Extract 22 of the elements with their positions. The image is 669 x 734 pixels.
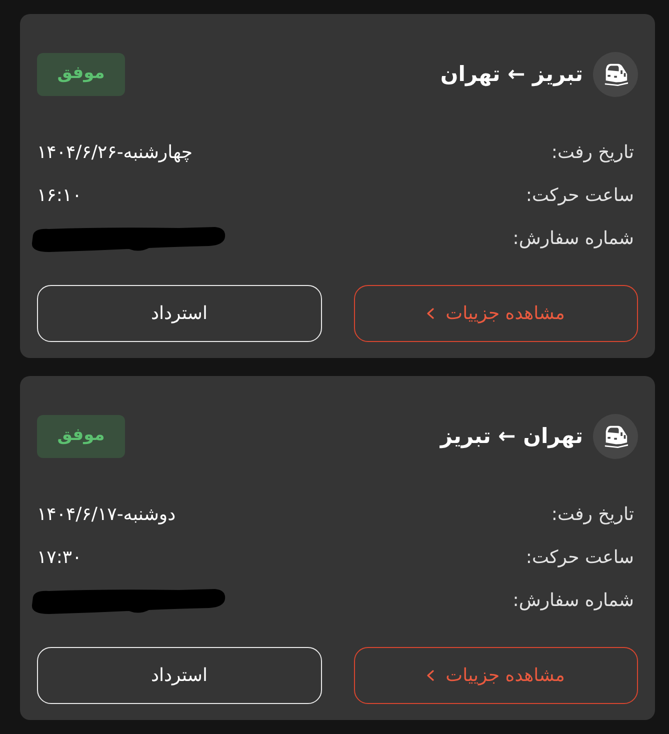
- details-button[interactable]: مشاهده جزییات: [354, 285, 638, 342]
- chevron-icon: [426, 308, 434, 319]
- status-badge: موفق: [37, 414, 125, 458]
- field-value: دوشنبه-۱۴۰۴/۶/۱۷: [37, 506, 176, 524]
- field-value: چهارشنبه-۱۴۰۴/۶/۲۶: [37, 144, 193, 162]
- field-label: ساعت حرکت:: [526, 549, 635, 567]
- field-value: ۱۷:۳۰: [37, 549, 82, 567]
- field-label: تاریخ رفت:: [551, 144, 635, 162]
- train-icon: [593, 414, 638, 458]
- details-button[interactable]: مشاهده جزییات: [354, 647, 638, 704]
- field-value: ۱۶:۱۰: [37, 187, 82, 205]
- route-title: تبریز ← تهران: [440, 64, 583, 84]
- chevron-icon: [426, 670, 434, 681]
- route-title: تهران ← تبریز: [440, 426, 583, 446]
- field-label: ساعت حرکت:: [526, 187, 635, 205]
- field-label: شماره سفارش:: [512, 230, 635, 248]
- train-icon: [593, 52, 638, 96]
- refund-button[interactable]: استرداد: [37, 285, 322, 342]
- field-label: شماره سفارش:: [512, 592, 635, 610]
- field-label: تاریخ رفت:: [551, 506, 635, 524]
- refund-button[interactable]: استرداد: [37, 647, 322, 704]
- status-badge: موفق: [37, 52, 125, 96]
